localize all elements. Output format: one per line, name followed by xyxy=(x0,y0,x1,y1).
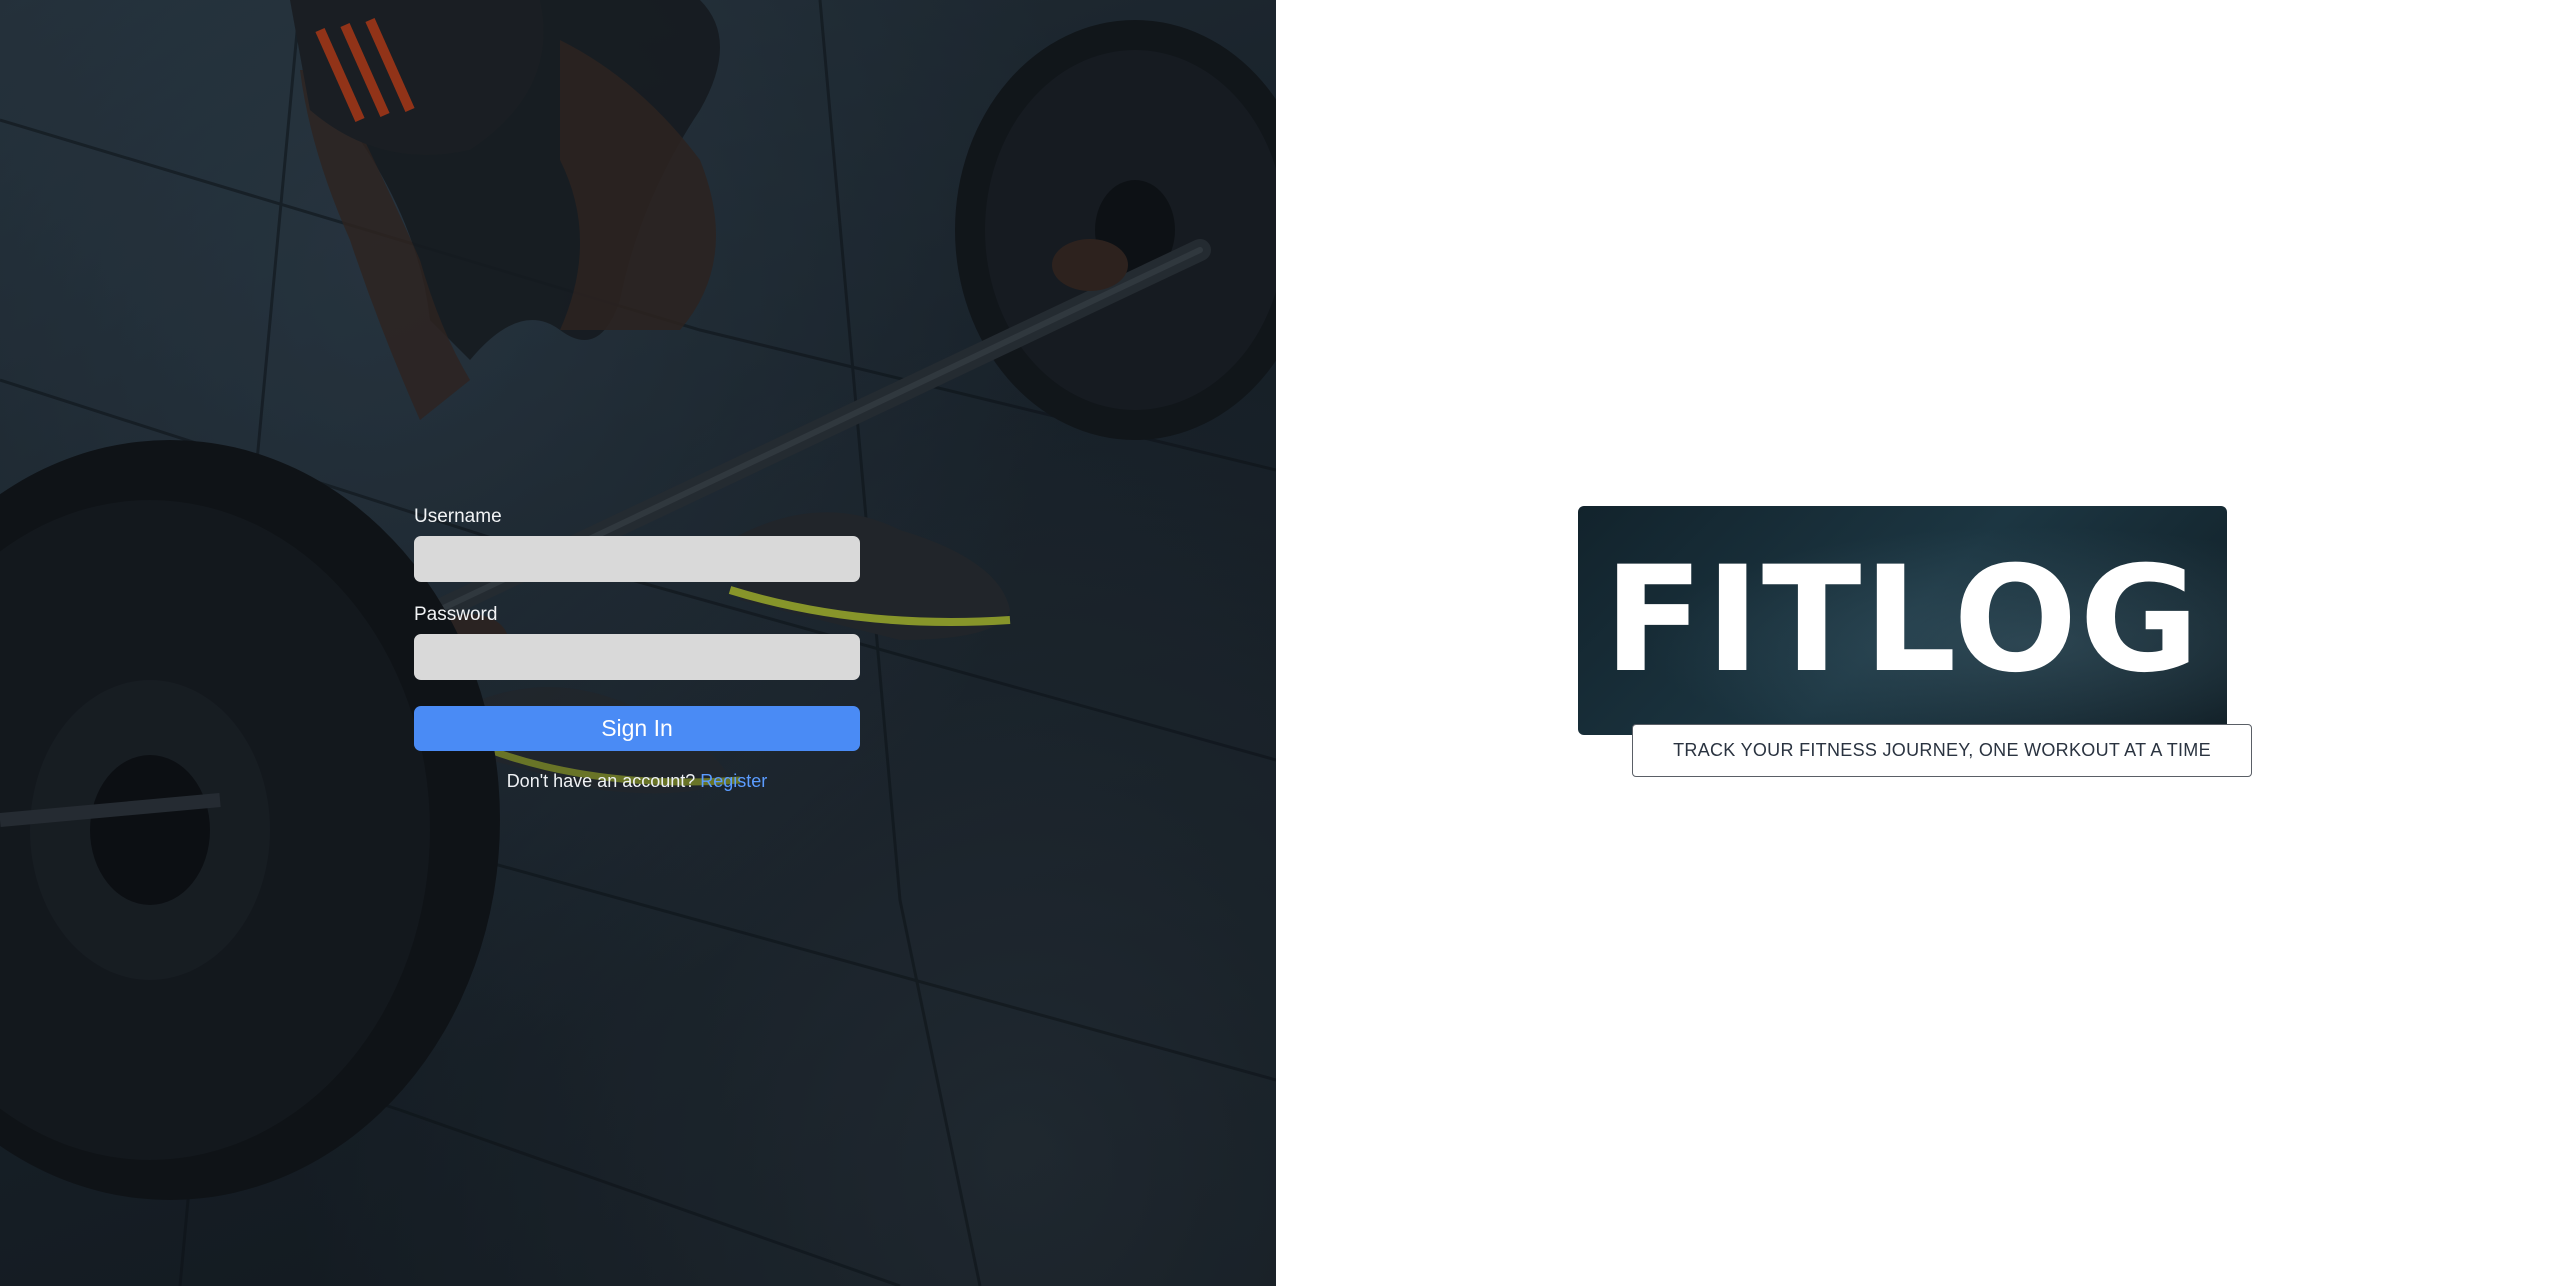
register-link[interactable]: Register xyxy=(700,771,767,791)
register-prompt-text: Don't have an account? xyxy=(506,771,701,791)
tagline: TRACK YOUR FITNESS JOURNEY, ONE WORKOUT … xyxy=(1632,724,2252,777)
login-form: Username Password Sign In Don't have an … xyxy=(414,502,860,792)
fitlog-logo: FITLOG xyxy=(1578,506,2227,735)
password-label: Password xyxy=(414,604,498,625)
username-input[interactable] xyxy=(414,536,860,582)
sign-in-button[interactable]: Sign In xyxy=(414,706,860,751)
logo-text: FITLOG xyxy=(1603,535,2202,705)
username-label: Username xyxy=(414,506,502,527)
register-prompt-row: Don't have an account? Register xyxy=(414,771,860,792)
username-group: Username xyxy=(414,502,860,582)
password-input[interactable] xyxy=(414,634,860,680)
login-page: Username Password Sign In Don't have an … xyxy=(0,0,2554,1286)
password-group: Password xyxy=(414,600,860,680)
background-photo-panel: Username Password Sign In Don't have an … xyxy=(0,0,1276,1286)
